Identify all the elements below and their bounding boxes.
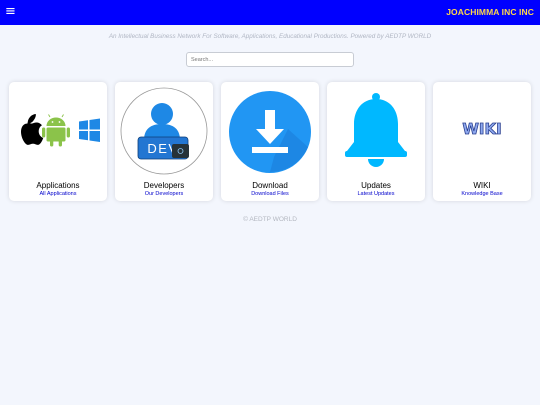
card-link[interactable]: Our Developers bbox=[115, 191, 213, 197]
card-title[interactable]: Updates bbox=[327, 181, 425, 190]
hamburger-menu-icon[interactable]: ≡ bbox=[5, 4, 16, 20]
card-title[interactable]: WIKI bbox=[433, 181, 531, 190]
windows-icon bbox=[79, 118, 100, 142]
wiki-logo-text: WIKI bbox=[462, 120, 501, 138]
footer-copyright: © AEDTP WORLD bbox=[243, 216, 297, 223]
card-updates[interactable]: Updates Latest Updates bbox=[327, 82, 425, 201]
apple-android-windows-icon bbox=[21, 114, 100, 147]
card-title[interactable]: Download bbox=[221, 181, 319, 190]
top-navbar: ≡ JOACHIMMA INC INC bbox=[0, 0, 540, 25]
brand-name[interactable]: JOACHIMMA INC INC bbox=[446, 7, 534, 17]
card-developers[interactable]: DEV Developers Our Developers bbox=[115, 82, 213, 201]
android-icon bbox=[42, 114, 70, 147]
card-wiki[interactable]: WIKI WIKI Knowledge Base bbox=[433, 82, 531, 201]
card-applications[interactable]: Applications All Applications bbox=[9, 82, 107, 201]
card-download[interactable]: Download Download Files bbox=[221, 82, 319, 201]
search-input[interactable] bbox=[186, 52, 354, 67]
developer-icon: DEV bbox=[120, 87, 208, 175]
bell-icon bbox=[345, 93, 407, 167]
card-link[interactable]: Knowledge Base bbox=[433, 191, 531, 197]
card-title[interactable]: Developers bbox=[115, 181, 213, 190]
card-link[interactable]: Latest Updates bbox=[327, 191, 425, 197]
card-title[interactable]: Applications bbox=[9, 181, 107, 190]
wiki-icon: WIKI bbox=[462, 120, 502, 139]
card-link[interactable]: Download Files bbox=[221, 191, 319, 197]
card-link[interactable]: All Applications bbox=[9, 191, 107, 197]
download-icon bbox=[229, 91, 311, 173]
tagline: An Intellectual Business Network For Sof… bbox=[108, 33, 432, 40]
apple-icon bbox=[21, 114, 44, 145]
